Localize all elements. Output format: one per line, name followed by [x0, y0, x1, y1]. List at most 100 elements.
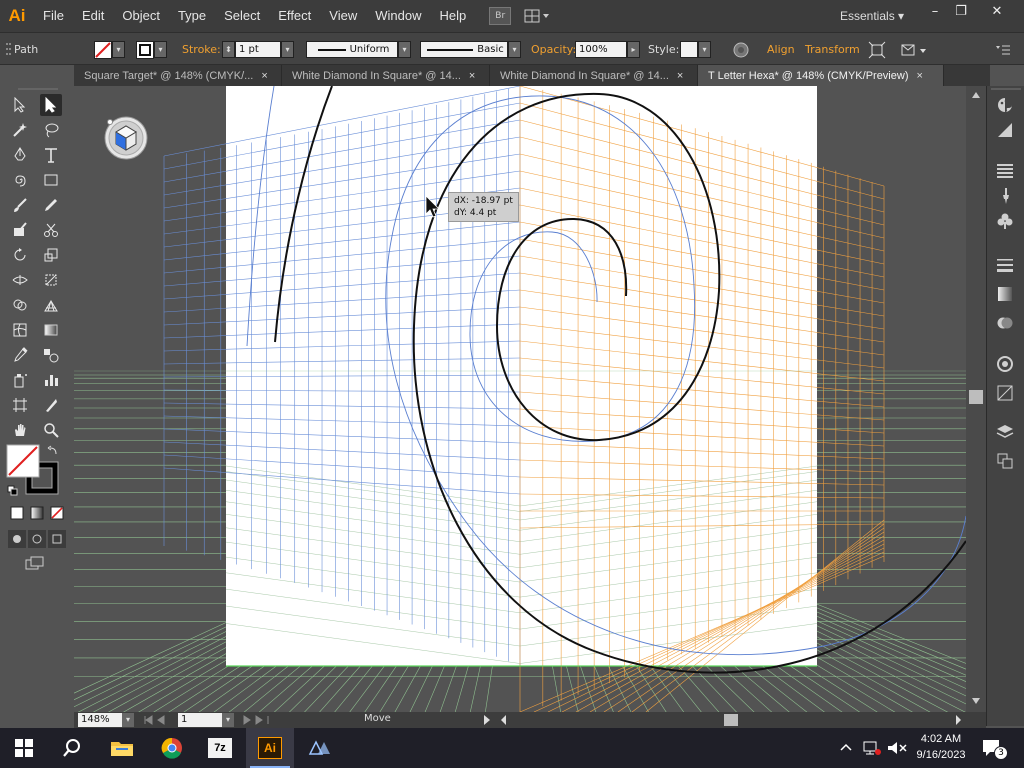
envelope-button[interactable]	[900, 33, 928, 66]
clock[interactable]: 4:02 AM 9/16/2023	[912, 731, 970, 763]
vertical-scrollbar[interactable]	[966, 86, 986, 712]
grip-handle[interactable]	[6, 33, 12, 66]
close-icon[interactable]: ×	[469, 70, 475, 82]
document-canvas[interactable]: dX: -18.97 pt dY: 4.4 pt	[74, 86, 966, 712]
draw-behind-button[interactable]	[28, 530, 46, 548]
start-button[interactable]	[0, 728, 48, 768]
workspace-switcher[interactable]: Essentials ▾	[840, 0, 904, 32]
color-guide-panel-button[interactable]	[994, 119, 1016, 141]
profile-dropdown[interactable]: ▾	[398, 41, 411, 58]
volume-muted-icon[interactable]	[886, 739, 908, 757]
isolate-button[interactable]	[868, 33, 886, 66]
menu-effect[interactable]: Effect	[269, 0, 320, 32]
menu-help[interactable]: Help	[430, 0, 475, 32]
illustrator-taskbar-button[interactable]: Ai	[246, 728, 294, 768]
column-graph-tool[interactable]	[40, 369, 62, 391]
arrange-documents-button[interactable]	[523, 7, 553, 25]
color-mode-button[interactable]	[8, 504, 26, 522]
action-center-button[interactable]: 3	[980, 736, 1010, 760]
graphic-styles-panel-button[interactable]	[994, 382, 1016, 404]
opacity-input[interactable]: 100%	[575, 41, 627, 58]
blend-tool[interactable]	[40, 344, 62, 366]
artboard-number-input[interactable]: 1	[178, 713, 222, 727]
layers-panel-button[interactable]	[994, 421, 1016, 443]
profile-field[interactable]: Uniform	[306, 41, 398, 58]
graphic-style-swatch[interactable]: ▾	[680, 33, 711, 66]
shape-builder-tool[interactable]	[9, 294, 31, 316]
restore-button[interactable]: ❐	[944, 0, 978, 22]
brush-field[interactable]: Basic	[420, 41, 508, 58]
menu-window[interactable]: Window	[366, 0, 430, 32]
menu-edit[interactable]: Edit	[73, 0, 113, 32]
artboards-panel-button[interactable]	[994, 450, 1016, 472]
stroke-stepper[interactable]: ⬍	[222, 41, 235, 58]
close-icon[interactable]: ×	[261, 70, 267, 82]
free-transform-tool[interactable]	[40, 269, 62, 291]
zoom-tool[interactable]	[40, 419, 62, 441]
stroke-swatch[interactable]: ▾	[136, 33, 167, 66]
change-screen-mode-button[interactable]	[24, 554, 46, 572]
show-hidden-icons-icon[interactable]	[838, 740, 854, 756]
artboard-dropdown[interactable]: ▾	[222, 713, 234, 727]
scale-tool[interactable]	[40, 244, 62, 266]
menu-type[interactable]: Type	[169, 0, 215, 32]
gradient-panel-button[interactable]	[994, 283, 1016, 305]
tab-t-letter-hexa[interactable]: T Letter Hexa* @ 148% (CMYK/Preview) ×	[698, 65, 944, 86]
panel-menu-button[interactable]	[994, 33, 1012, 66]
scissors-tool[interactable]	[40, 219, 62, 241]
status-menu-arrow-icon[interactable]	[482, 714, 492, 726]
rotate-tool[interactable]	[9, 244, 31, 266]
pen-tool[interactable]	[9, 144, 31, 166]
stroke-panel-link[interactable]: Stroke:	[182, 33, 221, 66]
lasso-tool[interactable]	[40, 119, 62, 141]
color-panel-button[interactable]	[994, 94, 1016, 116]
none-mode-button[interactable]	[48, 504, 66, 522]
search-button[interactable]	[48, 728, 96, 768]
rectangle-tool[interactable]	[40, 169, 62, 191]
file-explorer-button[interactable]	[98, 728, 146, 768]
mesh-tool[interactable]	[9, 319, 31, 341]
stroke-weight-input[interactable]: 1 pt	[235, 41, 281, 58]
zoom-dropdown[interactable]: ▾	[122, 713, 134, 727]
paintbrush-tool[interactable]	[9, 194, 31, 216]
artboard-tool[interactable]	[9, 394, 31, 416]
gradient-tool[interactable]	[40, 319, 62, 341]
variable-width-profile[interactable]: Uniform ▾	[306, 33, 411, 66]
eyedropper-tool[interactable]	[9, 344, 31, 366]
gradient-mode-button[interactable]	[28, 504, 46, 522]
tab-white-diamond-2[interactable]: White Diamond In Square* @ 14... ×	[490, 65, 698, 86]
appearance-panel-button[interactable]	[994, 353, 1016, 375]
perspective-grid-tool[interactable]	[40, 294, 62, 316]
7zip-button[interactable]: 7z	[196, 728, 244, 768]
blob-brush-tool[interactable]	[9, 219, 31, 241]
brush-definition[interactable]: Basic ▾	[420, 33, 521, 66]
opacity-control[interactable]: 100% ▸	[575, 33, 640, 66]
opacity-dropdown[interactable]: ▸	[627, 41, 640, 58]
menu-select[interactable]: Select	[215, 0, 269, 32]
hand-tool[interactable]	[9, 419, 31, 441]
close-icon[interactable]: ×	[916, 70, 922, 82]
slice-tool[interactable]	[40, 394, 62, 416]
fill-swatch[interactable]: ▾	[94, 33, 125, 66]
align-panel-link[interactable]: Align	[767, 33, 795, 66]
pinned-app-button[interactable]	[296, 728, 344, 768]
bridge-button[interactable]: Br	[489, 7, 512, 25]
pencil-tool[interactable]	[40, 194, 62, 216]
width-tool[interactable]	[9, 269, 31, 291]
brush-dropdown[interactable]: ▾	[508, 41, 521, 58]
tab-white-diamond-1[interactable]: White Diamond In Square* @ 14... ×	[282, 65, 490, 86]
recolor-artwork-button[interactable]	[732, 33, 750, 66]
selection-tool[interactable]	[9, 94, 31, 116]
spiral-tool[interactable]	[9, 169, 31, 191]
swatches-panel-button[interactable]	[994, 160, 1016, 182]
symbol-sprayer-tool[interactable]	[9, 369, 31, 391]
dock-grip[interactable]	[991, 86, 1021, 92]
network-icon[interactable]	[862, 739, 882, 757]
stroke-dropdown[interactable]: ▾	[154, 41, 167, 58]
stroke-weight-dropdown[interactable]: ▾	[281, 41, 294, 58]
type-tool[interactable]	[40, 144, 62, 166]
direct-selection-tool[interactable]	[40, 94, 62, 116]
fill-dropdown[interactable]: ▾	[112, 41, 125, 58]
stroke-panel-button[interactable]	[994, 254, 1016, 276]
draw-normal-button[interactable]	[8, 530, 26, 548]
